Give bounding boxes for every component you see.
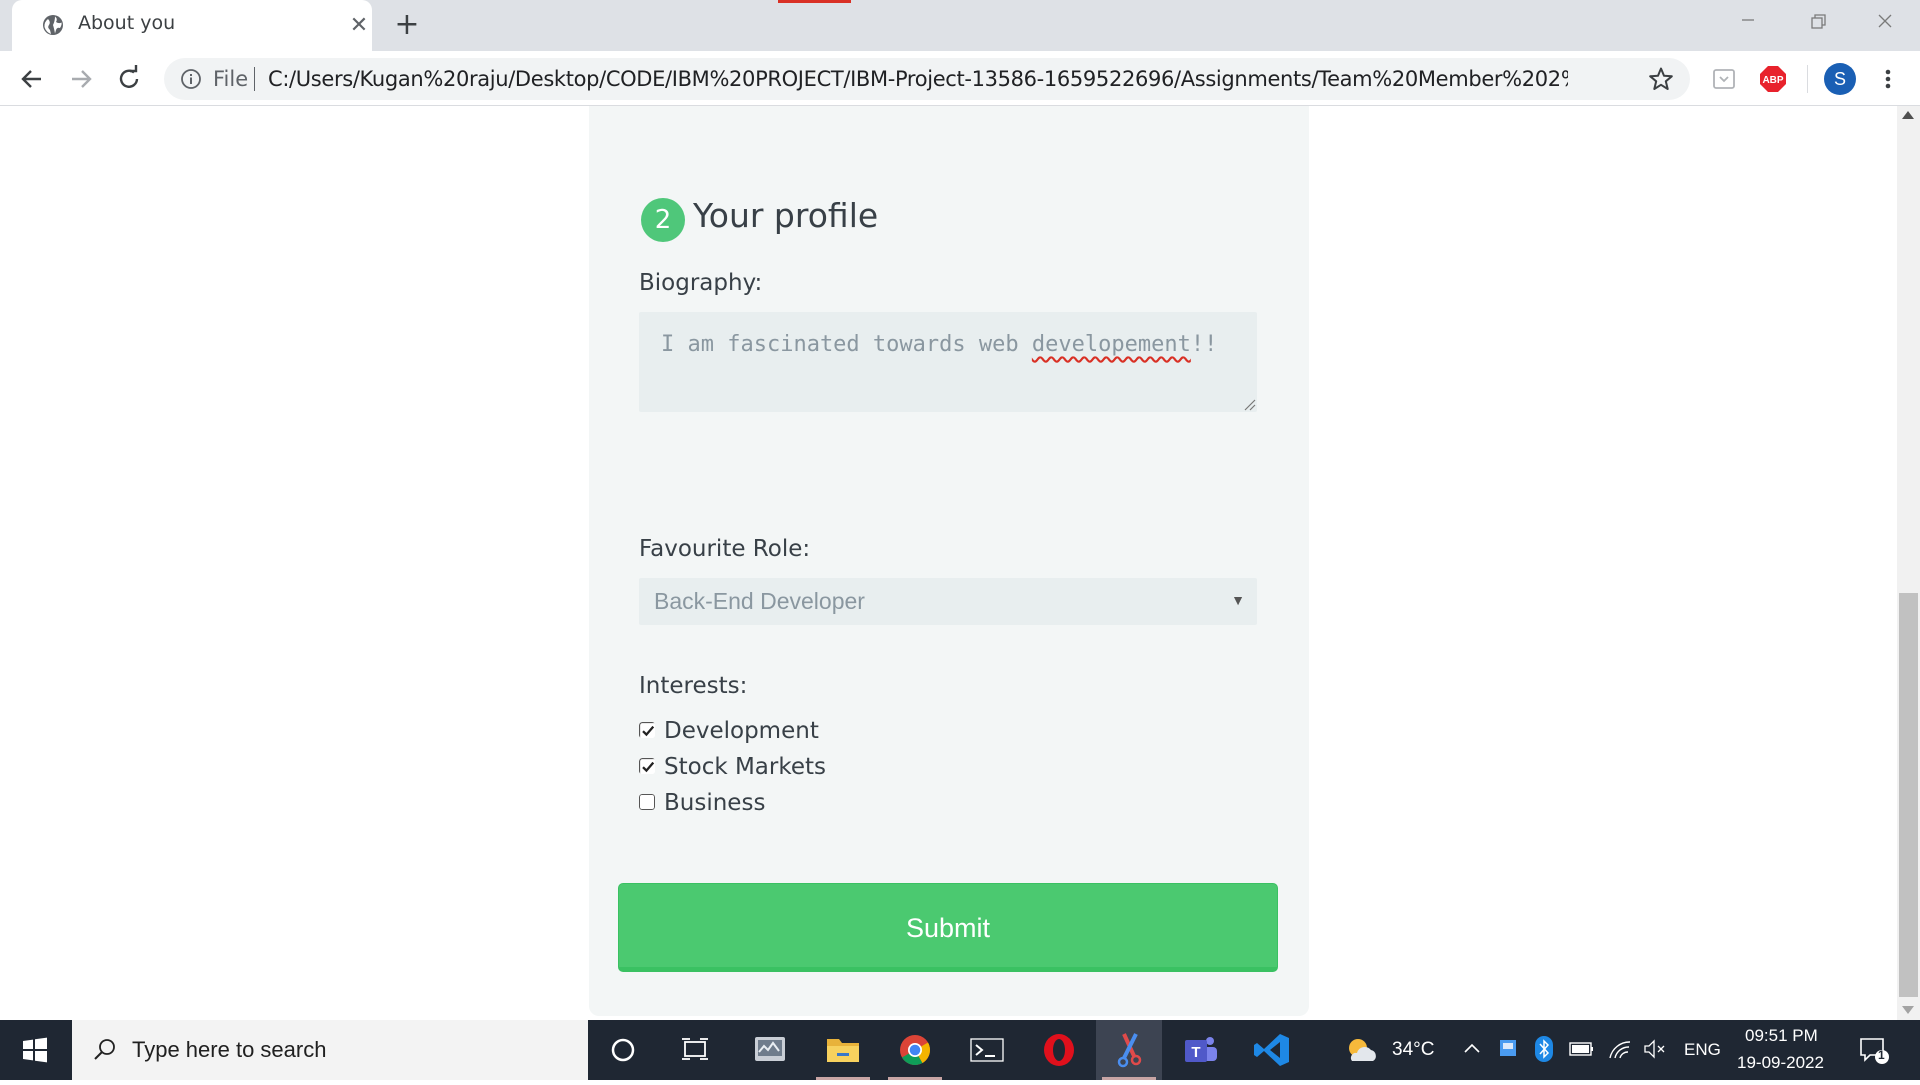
browser-toolbar: File C:/Users/Kugan%20raju/Desktop/CODE/…: [0, 51, 1920, 106]
tab-about-you[interactable]: About you ✕: [12, 0, 372, 51]
network-monitor-icon[interactable]: [737, 1020, 803, 1080]
profile-avatar[interactable]: S: [1824, 63, 1856, 95]
url-text[interactable]: C:/Users/Kugan%20raju/Desktop/CODE/IBM%2…: [268, 67, 1568, 91]
taskbar-search-box[interactable]: Type here to search: [72, 1020, 588, 1080]
scroll-thumb[interactable]: [1899, 593, 1918, 997]
business-label: Business: [664, 790, 766, 816]
speaker-muted-icon[interactable]: [1643, 1038, 1667, 1060]
teams-icon[interactable]: T: [1168, 1020, 1234, 1080]
bluetooth-icon[interactable]: [1535, 1036, 1553, 1062]
biography-textarea[interactable]: I am fascinated towards web developement…: [639, 312, 1257, 412]
scroll-down-arrow-icon[interactable]: [1902, 1006, 1914, 1014]
globe-icon: [43, 15, 63, 35]
svg-text:T: T: [1191, 1044, 1200, 1061]
stock-markets-label: Stock Markets: [664, 754, 827, 780]
clock-date[interactable]: 19-09-2022: [1737, 1053, 1824, 1073]
favourite-role-label: Favourite Role:: [639, 536, 811, 562]
back-arrow-icon[interactable]: [14, 61, 50, 97]
terminal-icon[interactable]: [954, 1020, 1020, 1080]
biography-label: Biography:: [639, 270, 763, 296]
show-hidden-icons-chevron-icon[interactable]: [1463, 1040, 1481, 1058]
reload-icon[interactable]: [111, 61, 147, 97]
biography-value: I am fascinated towards web developement…: [661, 332, 1217, 357]
resize-handle-icon[interactable]: [1242, 397, 1256, 411]
pocket-icon[interactable]: [1712, 67, 1736, 91]
cortana-icon[interactable]: [590, 1020, 656, 1080]
task-view-icon[interactable]: [662, 1020, 728, 1080]
scissors-app[interactable]: [1096, 1020, 1162, 1080]
misspelled-word: developement: [1031, 332, 1191, 357]
section-title: Your profile: [693, 196, 879, 235]
bookmark-star-icon[interactable]: [1648, 66, 1674, 92]
windows-taskbar: Type here to search T 34°C ENG 09:51 PM …: [0, 1020, 1920, 1080]
toolbar-divider: [1807, 65, 1808, 93]
wifi-icon[interactable]: [1608, 1038, 1632, 1060]
close-window-icon[interactable]: [1870, 8, 1900, 34]
favourite-role-value: Back-End Developer: [654, 588, 865, 614]
development-label: Development: [664, 718, 819, 744]
onedrive-tray-icon[interactable]: [1499, 1038, 1517, 1060]
profile-form-card: 2 Your profile Biography: I am fascinate…: [589, 106, 1309, 1016]
page-scrollbar[interactable]: [1897, 106, 1920, 1020]
scissors-app-icon: [1117, 1033, 1142, 1068]
submit-button[interactable]: Submit: [618, 883, 1278, 972]
development-checkbox[interactable]: [639, 722, 655, 738]
tab-strip: About you ✕ +: [0, 0, 1920, 51]
file-scheme-label: File: [213, 67, 249, 91]
omnibox-divider: [254, 67, 255, 91]
minimize-window-icon[interactable]: [1733, 10, 1763, 30]
file-explorer-icon: [827, 1039, 859, 1062]
dropdown-arrow-icon: ▼: [1231, 592, 1245, 608]
forward-arrow-icon[interactable]: [63, 61, 99, 97]
biography-text-start: I am fascinated towards web: [661, 332, 1032, 357]
site-info-icon[interactable]: [180, 68, 202, 90]
search-placeholder: Type here to search: [132, 1037, 327, 1062]
chrome-app[interactable]: [882, 1020, 948, 1080]
opera-icon[interactable]: [1026, 1020, 1092, 1080]
new-tab-button[interactable]: +: [390, 8, 424, 42]
page-viewport: 2 Your profile Biography: I am fascinate…: [0, 106, 1897, 1020]
page-loading-indicator: [778, 0, 851, 3]
weather-icon[interactable]: [1343, 1035, 1379, 1065]
tab-title: About you: [78, 12, 176, 34]
interests-label: Interests:: [639, 673, 748, 699]
abp-label: ABP: [1762, 75, 1783, 86]
chrome-icon: [900, 1035, 930, 1066]
weather-temperature[interactable]: 34°C: [1392, 1039, 1434, 1061]
windows-start-icon[interactable]: [0, 1020, 70, 1080]
vscode-icon[interactable]: [1240, 1020, 1306, 1080]
file-explorer-app[interactable]: [810, 1020, 876, 1080]
restore-window-icon[interactable]: [1803, 10, 1833, 34]
favourite-role-select[interactable]: Back-End Developer ▼: [639, 578, 1257, 625]
notification-count: 1: [1878, 1048, 1885, 1062]
clock-time[interactable]: 09:51 PM: [1745, 1026, 1818, 1046]
biography-text-end: !!: [1190, 332, 1218, 357]
stock-markets-checkbox[interactable]: [639, 758, 655, 774]
step-number-badge: 2: [641, 198, 685, 242]
address-bar[interactable]: File C:/Users/Kugan%20raju/Desktop/CODE/…: [164, 58, 1690, 100]
business-checkbox[interactable]: [639, 794, 655, 810]
adblock-plus-icon[interactable]: ABP: [1759, 65, 1787, 93]
search-icon: [94, 1039, 115, 1060]
input-language[interactable]: ENG: [1684, 1040, 1721, 1060]
browser-menu-icon[interactable]: [1876, 65, 1900, 93]
scroll-up-arrow-icon[interactable]: [1902, 111, 1914, 119]
tab-close-icon[interactable]: ✕: [345, 11, 373, 39]
battery-icon[interactable]: [1569, 1039, 1595, 1059]
notification-center-icon[interactable]: [1858, 1036, 1892, 1066]
